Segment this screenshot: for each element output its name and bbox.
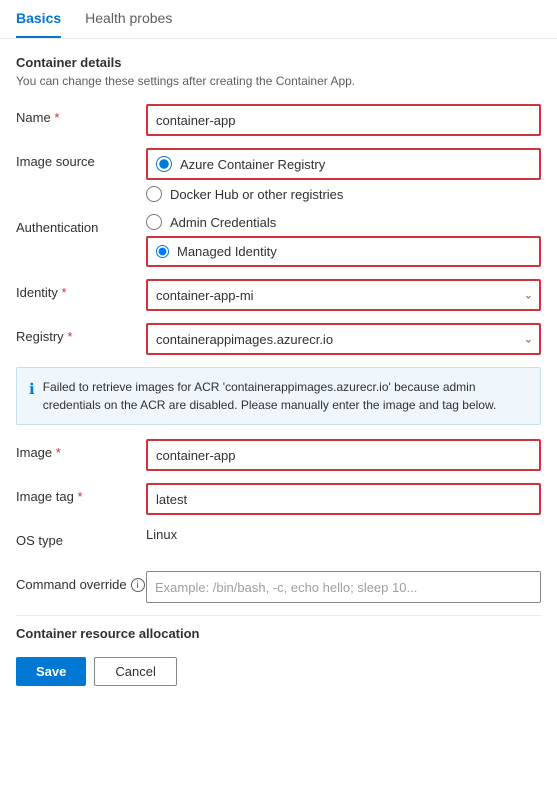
docker-radio-option[interactable]: Docker Hub or other registries <box>146 186 541 202</box>
acr-radio-option[interactable]: Azure Container Registry <box>156 156 531 172</box>
image-tag-row: Image tag * <box>16 483 541 515</box>
registry-dropdown-wrapper: containerappimages.azurecr.io ⌄ <box>146 323 541 355</box>
managed-identity-wrapper: Managed Identity <box>146 236 541 267</box>
info-message-text: Failed to retrieve images for ACR 'conta… <box>43 378 528 414</box>
registry-select[interactable]: containerappimages.azurecr.io <box>146 323 541 355</box>
tab-basics[interactable]: Basics <box>16 0 61 38</box>
command-override-label: Command override i <box>16 571 146 592</box>
image-source-label: Image source <box>16 148 146 169</box>
admin-creds-radio[interactable] <box>146 214 162 230</box>
admin-creds-label: Admin Credentials <box>170 215 276 230</box>
acr-label: Azure Container Registry <box>180 157 325 172</box>
os-type-row: OS type Linux <box>16 527 541 559</box>
identity-row: Identity * container-app-mi ⌄ <box>16 279 541 311</box>
name-field-wrapper <box>146 104 541 136</box>
info-box: ℹ Failed to retrieve images for ACR 'con… <box>16 367 541 425</box>
image-field-wrapper <box>146 439 541 471</box>
os-type-value: Linux <box>146 521 177 542</box>
section-divider <box>16 615 541 616</box>
image-input[interactable] <box>146 439 541 471</box>
info-circle-icon: ℹ <box>29 379 35 414</box>
docker-radio[interactable] <box>146 186 162 202</box>
resource-allocation-title: Container resource allocation <box>16 626 541 641</box>
admin-creds-option[interactable]: Admin Credentials <box>146 214 541 230</box>
managed-identity-option-box: Managed Identity <box>146 236 541 267</box>
managed-identity-radio[interactable] <box>156 245 169 258</box>
command-override-row: Command override i <box>16 571 541 603</box>
identity-label: Identity * <box>16 279 146 300</box>
container-details-desc: You can change these settings after crea… <box>16 74 541 88</box>
image-label: Image * <box>16 439 146 460</box>
acr-radio[interactable] <box>156 156 172 172</box>
image-row: Image * <box>16 439 541 471</box>
image-tag-label: Image tag * <box>16 483 146 504</box>
image-source-options-wrapper: Azure Container Registry <box>146 148 541 180</box>
authentication-row: Authentication Admin Credentials Managed… <box>16 214 541 267</box>
identity-control: container-app-mi ⌄ <box>146 279 541 311</box>
managed-identity-label: Managed Identity <box>177 244 277 259</box>
image-tag-input[interactable] <box>146 483 541 515</box>
cancel-button[interactable]: Cancel <box>94 657 176 686</box>
registry-row: Registry * containerappimages.azurecr.io… <box>16 323 541 355</box>
registry-label: Registry * <box>16 323 146 344</box>
name-input[interactable] <box>146 104 541 136</box>
tab-bar: Basics Health probes <box>0 0 557 39</box>
os-type-label: OS type <box>16 527 146 548</box>
name-row: Name * <box>16 104 541 136</box>
authentication-control: Admin Credentials Managed Identity <box>146 214 541 267</box>
command-override-input[interactable] <box>146 571 541 603</box>
container-details-title: Container details <box>16 55 541 70</box>
docker-option-wrapper: Docker Hub or other registries <box>146 186 541 202</box>
name-label: Name * <box>16 104 146 125</box>
footer: Save Cancel <box>0 645 557 698</box>
main-content: Container details You can change these s… <box>0 39 557 641</box>
registry-control: containerappimages.azurecr.io ⌄ <box>146 323 541 355</box>
image-source-row: Image source Azure Container Registry Do… <box>16 148 541 202</box>
command-override-field-wrapper <box>146 571 541 603</box>
tab-health-probes[interactable]: Health probes <box>85 0 172 38</box>
os-type-value-wrapper: Linux <box>146 527 541 542</box>
docker-label: Docker Hub or other registries <box>170 187 343 202</box>
command-override-help-icon[interactable]: i <box>131 578 145 592</box>
identity-select[interactable]: container-app-mi <box>146 279 541 311</box>
image-source-control: Azure Container Registry Docker Hub or o… <box>146 148 541 202</box>
identity-dropdown-wrapper: container-app-mi ⌄ <box>146 279 541 311</box>
save-button[interactable]: Save <box>16 657 86 686</box>
image-tag-field-wrapper <box>146 483 541 515</box>
authentication-label: Authentication <box>16 214 146 235</box>
